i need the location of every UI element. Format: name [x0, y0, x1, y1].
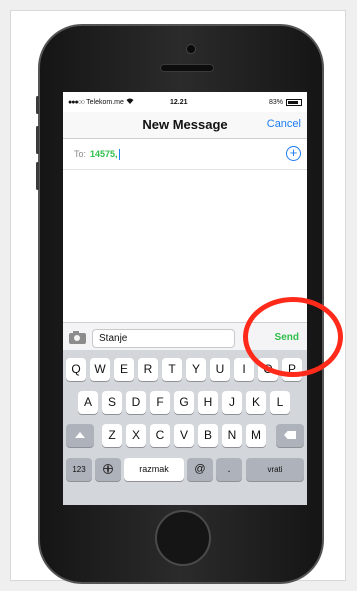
status-time: 12.21 — [170, 98, 188, 106]
at-key[interactable]: @ — [187, 458, 213, 481]
phone-screen: ●●●○○ Telekom.me 12.21 83% New Message C… — [63, 92, 307, 505]
space-key[interactable]: razmak — [124, 458, 184, 481]
key-y[interactable]: Y — [186, 358, 206, 381]
status-bar: ●●●○○ Telekom.me 12.21 83% — [63, 92, 307, 112]
key-l[interactable]: L — [270, 391, 290, 414]
key-g[interactable]: G — [174, 391, 194, 414]
keyboard-row-2: A S D F G H J K L — [63, 391, 307, 414]
key-e[interactable]: E — [114, 358, 134, 381]
mute-switch — [36, 96, 39, 114]
dot-key[interactable]: . — [216, 458, 242, 481]
recipient-field[interactable]: To: 14575, + — [63, 139, 307, 170]
camera-icon[interactable] — [69, 330, 86, 344]
wifi-icon — [126, 98, 134, 106]
key-c[interactable]: C — [150, 424, 170, 447]
backspace-icon[interactable] — [276, 424, 304, 447]
key-u[interactable]: U — [210, 358, 230, 381]
key-m[interactable]: M — [246, 424, 266, 447]
front-camera — [186, 44, 196, 54]
carrier-name: Telekom.me — [86, 98, 124, 106]
key-h[interactable]: H — [198, 391, 218, 414]
volume-up-button — [36, 126, 39, 154]
recipient-value: 14575, — [90, 149, 118, 159]
message-input[interactable]: Stanje — [92, 328, 235, 348]
highlight-circle — [243, 297, 343, 377]
key-b[interactable]: B — [198, 424, 218, 447]
key-s[interactable]: S — [102, 391, 122, 414]
key-t[interactable]: T — [162, 358, 182, 381]
key-q[interactable]: Q — [66, 358, 86, 381]
keyboard-row-4: 123 razmak @ . vrati — [63, 458, 307, 481]
key-v[interactable]: V — [174, 424, 194, 447]
key-a[interactable]: A — [78, 391, 98, 414]
message-thread-area — [63, 170, 307, 322]
key-r[interactable]: R — [138, 358, 158, 381]
keyboard: Q W E R T Y U I O P A S D F G H J K L Z … — [63, 350, 307, 505]
plus-circle-icon[interactable]: + — [286, 146, 301, 161]
to-label: To: — [74, 149, 87, 159]
keyboard-row-3: Z X C V B N M — [63, 424, 307, 447]
navigation-bar: New Message Cancel — [63, 112, 307, 139]
key-x[interactable]: X — [126, 424, 146, 447]
key-j[interactable]: J — [222, 391, 242, 414]
battery-percent: 83% — [268, 98, 283, 106]
key-n[interactable]: N — [222, 424, 242, 447]
numbers-key[interactable]: 123 — [66, 458, 92, 481]
cancel-button[interactable]: Cancel — [267, 118, 301, 130]
signal-strength-icon: ●●●○○ — [68, 98, 85, 106]
globe-icon[interactable] — [95, 458, 121, 481]
volume-down-button — [36, 162, 39, 190]
key-i[interactable]: I — [234, 358, 254, 381]
key-f[interactable]: F — [150, 391, 170, 414]
key-z[interactable]: Z — [102, 424, 122, 447]
return-key[interactable]: vrati — [246, 458, 304, 481]
earpiece-speaker — [160, 64, 214, 72]
battery-icon — [286, 98, 302, 106]
home-button[interactable] — [155, 510, 211, 566]
key-d[interactable]: D — [126, 391, 146, 414]
shift-icon[interactable] — [66, 424, 94, 447]
key-w[interactable]: W — [90, 358, 110, 381]
key-k[interactable]: K — [246, 391, 266, 414]
text-cursor — [118, 148, 120, 160]
